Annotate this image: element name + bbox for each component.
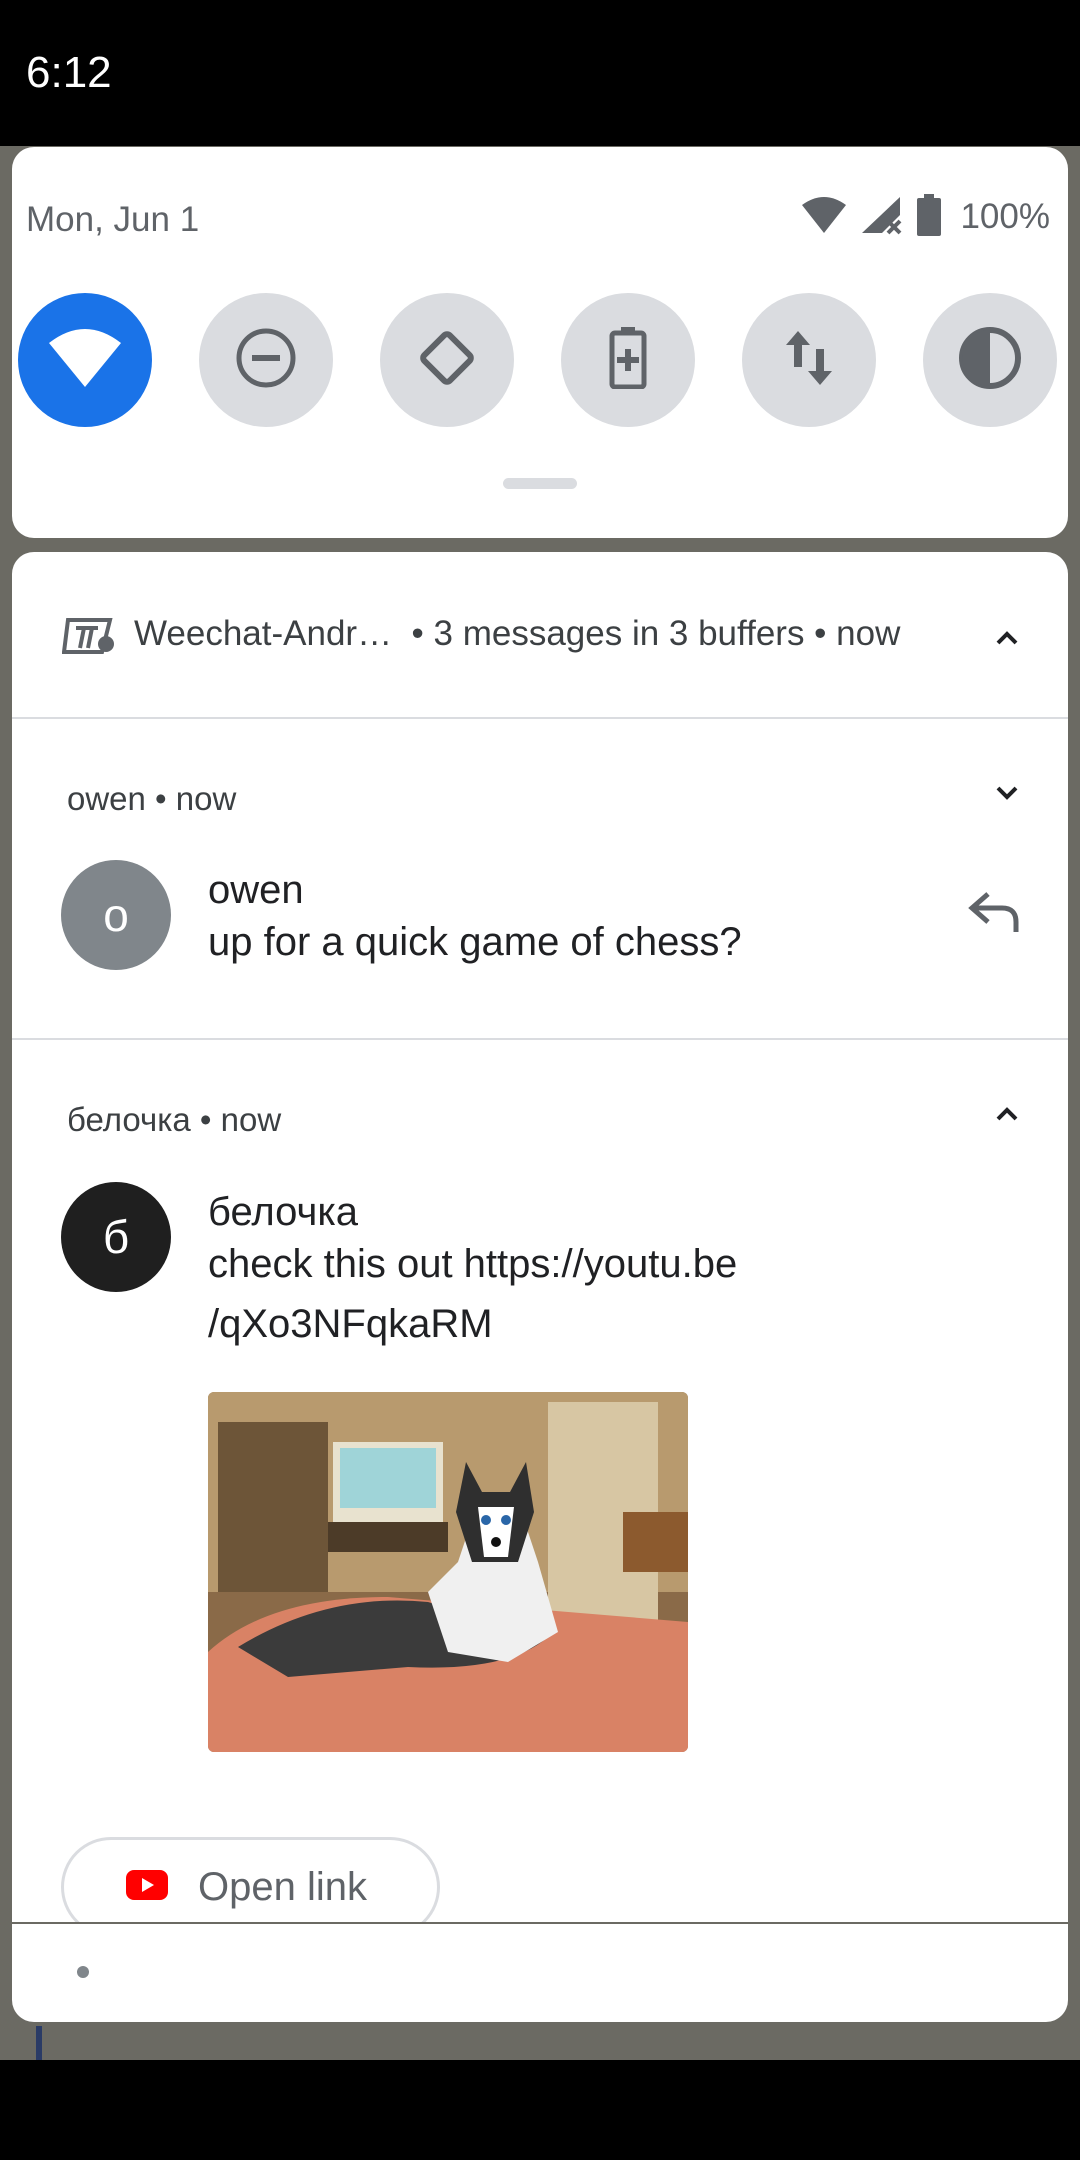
mobile-data-icon: [784, 330, 834, 390]
auto-rotate-icon: [414, 325, 480, 396]
status-bar: 6:12: [0, 0, 1080, 146]
notification-header[interactable]: Weechat-Andr… • 3 messages in 3 buffers …: [12, 552, 1068, 718]
navigation-bar: [0, 2060, 1080, 2160]
notification-card: Weechat-Andr… • 3 messages in 3 buffers …: [12, 552, 1068, 1922]
auto-rotate-tile[interactable]: [380, 293, 514, 427]
divider: [12, 717, 1068, 719]
collapse-chevron-icon[interactable]: [994, 1101, 1020, 1127]
expand-chevron-icon[interactable]: [994, 780, 1020, 806]
avatar: б: [61, 1182, 171, 1292]
qs-tiles: [12, 293, 1068, 429]
sender-name: белочка: [208, 1190, 358, 1234]
notification-summary: • 3 messages in 3 buffers • now: [411, 614, 901, 653]
overflow-dot-icon: [77, 1966, 89, 1978]
divider: [12, 1038, 1068, 1040]
notification-footer: [12, 1924, 1068, 2022]
status-time: 6:12: [26, 48, 112, 97]
app-name: Weechat-Andr…: [134, 614, 393, 653]
link-preview-image[interactable]: [208, 1392, 688, 1752]
dark-theme-tile[interactable]: [923, 293, 1057, 427]
qs-status-icons: 100%: [800, 193, 1050, 241]
open-link-label: Open link: [198, 1864, 367, 1909]
group-header: owen • now: [67, 780, 237, 817]
battery-saver-icon: [608, 326, 648, 394]
wifi-icon: [47, 327, 123, 394]
mobile-data-tile[interactable]: [742, 293, 876, 427]
message-text-line2: /qXo3NFqkaRM: [208, 1302, 493, 1346]
battery-saver-tile[interactable]: [561, 293, 695, 427]
battery-percent: 100%: [960, 197, 1050, 236]
collapse-chevron-icon[interactable]: [994, 625, 1020, 651]
dark-theme-icon: [957, 325, 1023, 396]
qs-drag-handle[interactable]: [503, 478, 577, 489]
sender-name: owen: [208, 868, 304, 912]
do-not-disturb-tile[interactable]: [199, 293, 333, 427]
reply-icon[interactable]: [968, 890, 1020, 939]
youtube-icon: [126, 1869, 168, 1905]
cell-signal-no-service-icon: [860, 195, 904, 240]
do-not-disturb-icon: [234, 326, 298, 395]
wifi-signal-icon: [800, 195, 848, 240]
avatar: o: [61, 860, 171, 970]
battery-icon: [916, 193, 942, 241]
group-header: белочка • now: [67, 1101, 282, 1138]
weechat-app-icon: [61, 618, 116, 659]
wifi-tile[interactable]: [18, 293, 152, 427]
quick-settings-panel: Mon, Jun 1 100%: [12, 147, 1068, 538]
qs-date: Mon, Jun 1: [26, 200, 200, 239]
message-text: up for a quick game of chess?: [208, 920, 742, 964]
open-link-button[interactable]: Open link: [61, 1837, 440, 1922]
message-text-line1: check this out https://youtu.be: [208, 1242, 738, 1286]
